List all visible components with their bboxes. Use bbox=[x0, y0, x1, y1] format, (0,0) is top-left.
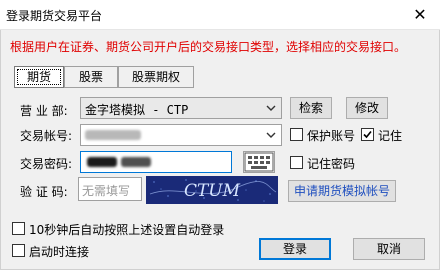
window-title: 登录期货交易平台 bbox=[6, 9, 103, 23]
close-icon[interactable]: ✕ bbox=[400, 0, 440, 30]
password-label: 交易密码: bbox=[20, 157, 73, 171]
keyboard-icon[interactable] bbox=[243, 151, 275, 173]
tab-stock-options[interactable]: 股票期权 bbox=[118, 66, 194, 88]
chevron-down-icon bbox=[263, 100, 279, 116]
tab-stocks[interactable]: 股票 bbox=[64, 66, 118, 88]
title-bar: 登录期货交易平台 ✕ bbox=[0, 0, 440, 30]
captcha-label: 验 证 码: bbox=[20, 185, 68, 199]
check-icon bbox=[363, 130, 372, 139]
protect-account-checkbox[interactable] bbox=[290, 128, 303, 141]
tab-futures[interactable]: 期货 bbox=[14, 66, 64, 88]
password-value-redacted bbox=[87, 157, 117, 167]
notice-text: 根据用户在证券、期货公司开户后的交易接口类型，选择相应的交易接口。 bbox=[10, 40, 407, 54]
account-label: 交易帐号: bbox=[20, 129, 73, 143]
account-value-redacted bbox=[85, 130, 141, 140]
captcha-image[interactable]: CTUM bbox=[146, 176, 278, 204]
modify-button[interactable]: 修改 bbox=[346, 97, 388, 119]
protect-account-label: 保护账号 bbox=[307, 129, 356, 143]
password-input[interactable] bbox=[80, 151, 232, 173]
remember-label: 记住 bbox=[378, 129, 403, 143]
connect-on-start-checkbox[interactable] bbox=[12, 244, 25, 257]
search-button[interactable]: 检索 bbox=[290, 97, 332, 119]
auto-login-checkbox[interactable] bbox=[12, 222, 25, 235]
cancel-button[interactable]: 取消 bbox=[353, 238, 425, 260]
apply-sim-account-button[interactable]: 申请期货模拟帐号 bbox=[288, 180, 396, 202]
account-input[interactable] bbox=[80, 124, 282, 146]
broker-value: 金字塔模拟 - CTP bbox=[85, 103, 189, 117]
remember-password-label: 记住密码 bbox=[307, 157, 356, 171]
captcha-placeholder: 无需填写 bbox=[82, 184, 131, 198]
connect-on-start-label: 启动时连接 bbox=[29, 245, 90, 259]
captcha-input[interactable]: 无需填写 bbox=[78, 177, 142, 201]
remember-password-checkbox[interactable] bbox=[290, 156, 303, 169]
remember-checkbox[interactable] bbox=[361, 128, 374, 141]
captcha-text: CTUM bbox=[184, 181, 241, 201]
broker-select[interactable]: 金字塔模拟 - CTP bbox=[80, 97, 282, 119]
broker-label: 营 业 部: bbox=[20, 104, 68, 118]
auto-login-label: 10秒钟后自动按照上述设置自动登录 bbox=[29, 223, 225, 237]
login-button[interactable]: 登录 bbox=[259, 238, 331, 260]
chevron-down-icon bbox=[263, 127, 279, 143]
